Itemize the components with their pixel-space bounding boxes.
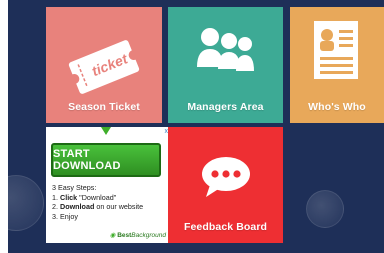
tile-season-ticket[interactable]: ticket Season Ticket — [46, 7, 162, 123]
advertisement-panel[interactable]: x START DOWNLOAD 3 Easy Steps: 1. Click … — [46, 127, 170, 243]
tile-label: Managers Area — [187, 101, 264, 113]
soccer-ball-decoration — [8, 175, 44, 231]
soccer-ball-decoration — [306, 190, 344, 228]
ad-steps-title: 3 Easy Steps: — [52, 183, 97, 192]
tile-managers-area[interactable]: Managers Area — [168, 7, 283, 123]
tile-label: Who's Who — [308, 101, 366, 113]
ad-step: 3. Enjoy — [52, 211, 78, 221]
app-background: ticket Season Ticket Managers Area Who's… — [8, 0, 384, 253]
arrow-down-icon — [101, 127, 111, 135]
tile-whos-who[interactable]: Who's Who — [290, 7, 384, 123]
ad-brand-logo[interactable]: ◉ BestBackground — [110, 231, 166, 239]
ad-step: 2. Download on our website — [52, 202, 144, 212]
ticket-icon-text: ticket — [89, 50, 131, 79]
ad-step: 1. Click "Download" — [52, 192, 117, 202]
tile-label: Season Ticket — [68, 101, 140, 113]
start-download-button[interactable]: START DOWNLOAD — [51, 143, 161, 177]
ad-steps: 3 Easy Steps: 1. Click "Download" 2. Dow… — [52, 183, 143, 221]
tile-label: Feedback Board — [183, 221, 268, 233]
tile-feedback-board[interactable]: Feedback Board — [168, 127, 283, 243]
